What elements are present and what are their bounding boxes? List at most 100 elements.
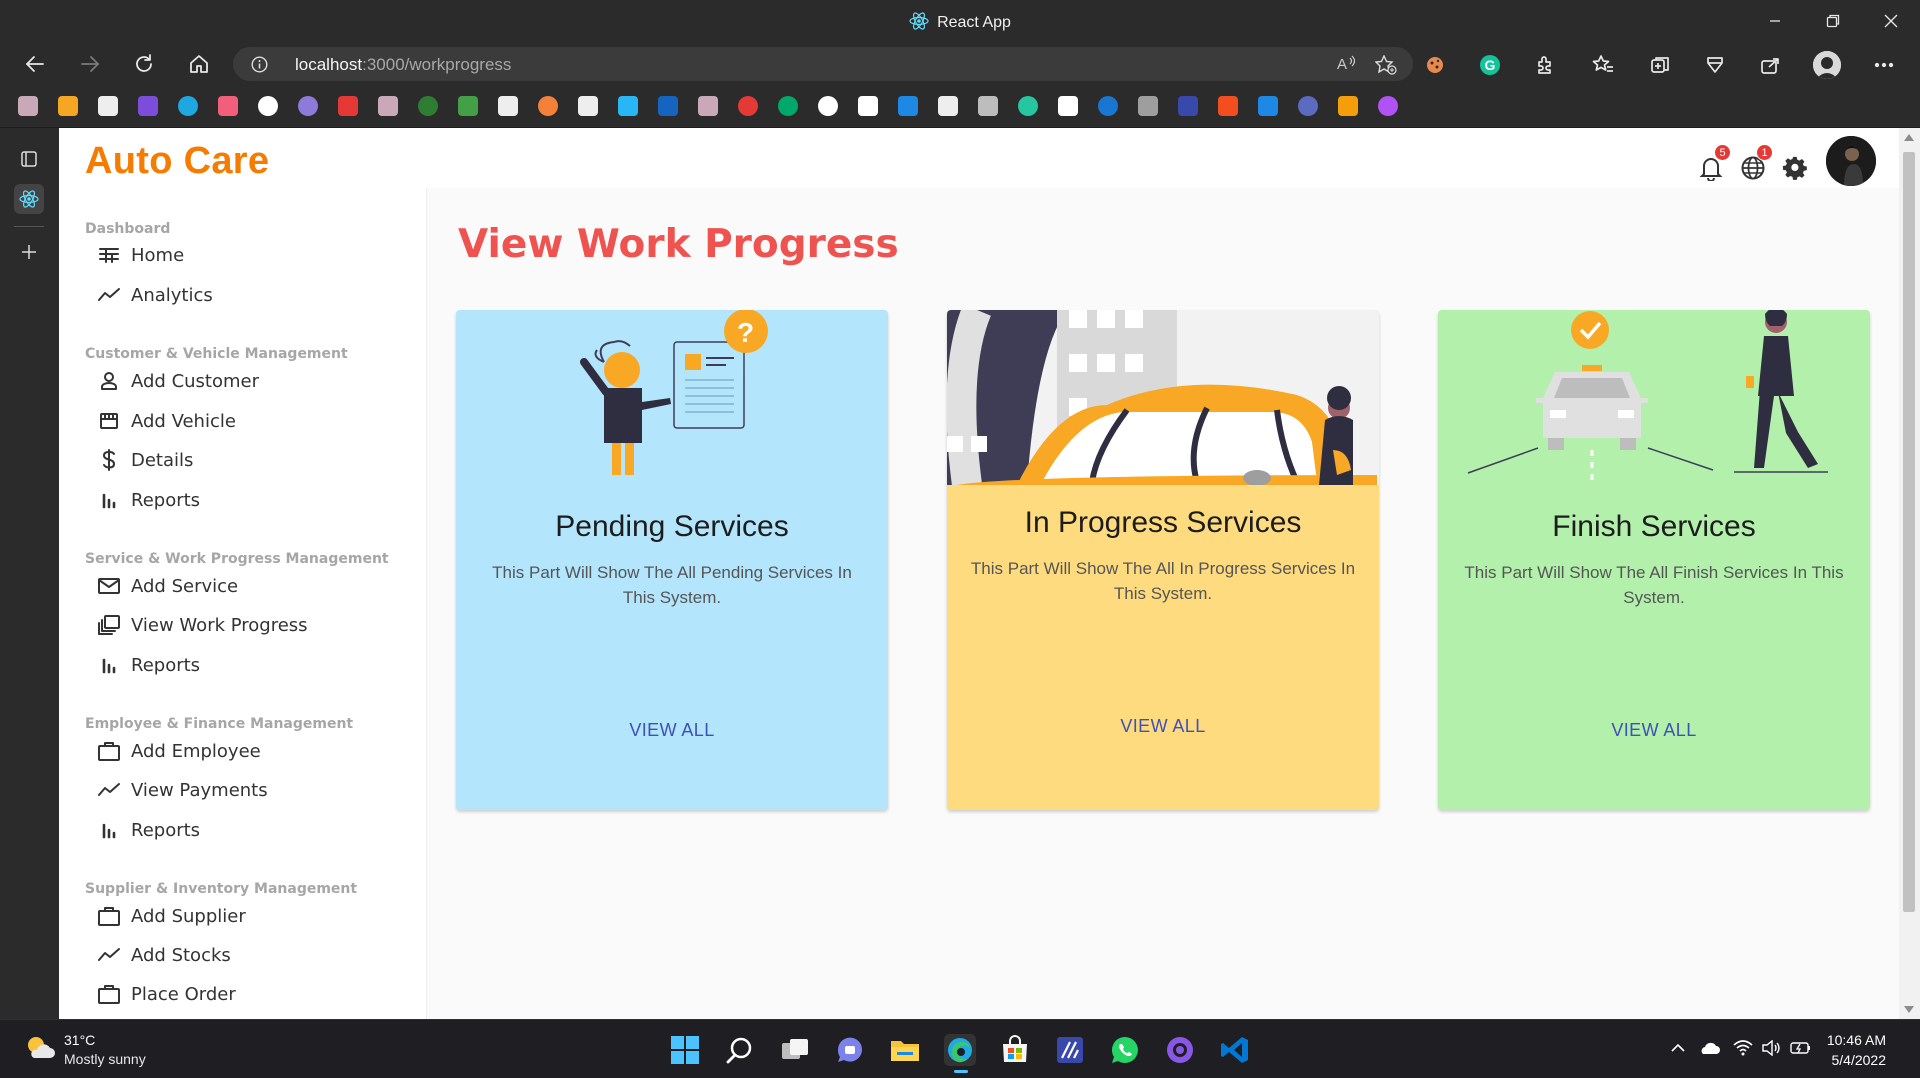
bookmark-icon[interactable] xyxy=(618,96,638,116)
bookmark-icon[interactable] xyxy=(378,96,398,116)
sidebar-item-add-supplier[interactable]: Add Supplier xyxy=(97,901,246,931)
bookmark-icon[interactable] xyxy=(658,96,678,116)
bookmark-page-icon[interactable] xyxy=(98,96,118,116)
tab-title-container[interactable]: React App xyxy=(0,11,1920,32)
bookmark-icon[interactable] xyxy=(418,96,438,116)
reload-button[interactable] xyxy=(128,48,160,80)
address-bar[interactable]: localhost:3000/workprogress A xyxy=(233,47,1413,81)
favorites-icon[interactable] xyxy=(1590,52,1616,78)
share-icon[interactable] xyxy=(1757,52,1783,78)
bookmark-icon[interactable] xyxy=(1298,96,1318,116)
bookmark-icon[interactable] xyxy=(18,96,38,116)
user-avatar[interactable] xyxy=(1826,136,1876,186)
onedrive-icon[interactable] xyxy=(1698,1040,1720,1061)
scrollbar-thumb[interactable] xyxy=(1903,152,1915,912)
bookmark-icon[interactable] xyxy=(1338,96,1358,116)
back-button[interactable] xyxy=(19,48,51,80)
language-button[interactable]: 1 xyxy=(1737,144,1773,184)
in-progress-view-all-button[interactable]: VIEW ALL xyxy=(947,716,1379,737)
sidebar-item-view-payments[interactable]: View Payments xyxy=(97,775,268,805)
collections-icon[interactable] xyxy=(1647,52,1673,78)
sidebar-item-reports-employee[interactable]: Reports xyxy=(97,815,200,845)
restore-button[interactable] xyxy=(1804,0,1862,42)
more-options-icon[interactable] xyxy=(1871,52,1897,78)
battery-icon[interactable] xyxy=(1790,1040,1812,1061)
pending-view-all-button[interactable]: VIEW ALL xyxy=(456,720,888,741)
show-hidden-icons-button[interactable] xyxy=(1670,1040,1686,1061)
start-button[interactable] xyxy=(669,1034,701,1066)
favorite-add-icon[interactable] xyxy=(1375,55,1397,75)
scroll-up-icon[interactable] xyxy=(1904,134,1914,141)
finish-view-all-button[interactable]: VIEW ALL xyxy=(1438,720,1870,741)
grammarly-icon[interactable]: G xyxy=(1477,52,1503,78)
bookmark-icon[interactable] xyxy=(458,96,478,116)
system-clock[interactable]: 10:46 AM 5/4/2022 xyxy=(1827,1030,1886,1070)
bookmark-icon[interactable] xyxy=(1138,96,1158,116)
extensions-icon[interactable] xyxy=(1532,52,1558,78)
vscode-button[interactable] xyxy=(1219,1034,1251,1066)
bookmark-icon[interactable] xyxy=(1378,96,1398,116)
bookmark-icon[interactable] xyxy=(738,96,758,116)
bookmark-icon[interactable] xyxy=(858,96,878,116)
app-brand-logo[interactable]: Auto Care xyxy=(85,140,269,183)
bookmark-icon[interactable] xyxy=(538,96,558,116)
bookmark-icon[interactable] xyxy=(298,96,318,116)
app-button[interactable] xyxy=(1054,1034,1086,1066)
page-scrollbar[interactable] xyxy=(1899,128,1920,1019)
bookmark-icon[interactable] xyxy=(1258,96,1278,116)
bookmark-icon[interactable] xyxy=(138,96,158,116)
bookmark-page-icon[interactable] xyxy=(938,96,958,116)
bookmark-icon[interactable] xyxy=(698,96,718,116)
file-explorer-button[interactable] xyxy=(889,1034,921,1066)
cookie-extension-icon[interactable] xyxy=(1422,52,1448,78)
bookmark-page-icon[interactable] xyxy=(498,96,518,116)
sidebar-item-home[interactable]: Home xyxy=(97,240,184,270)
sidebar-item-add-service[interactable]: Add Service xyxy=(97,571,238,601)
github-icon[interactable] xyxy=(818,96,838,116)
figma-icon[interactable] xyxy=(1218,96,1238,116)
bookmark-icon[interactable] xyxy=(898,96,918,116)
bookmark-icon[interactable] xyxy=(1058,96,1078,116)
new-tab-button[interactable] xyxy=(14,237,44,267)
sidebar-item-view-work-progress[interactable]: View Work Progress xyxy=(97,610,308,640)
bookmark-page-icon[interactable] xyxy=(578,96,598,116)
bookmark-icon[interactable] xyxy=(258,96,278,116)
minimize-button[interactable] xyxy=(1746,0,1804,42)
sidebar-item-add-customer[interactable]: Add Customer xyxy=(97,366,259,396)
home-button[interactable] xyxy=(183,48,215,80)
tab-react-app[interactable] xyxy=(14,184,44,214)
sidebar-item-reports-customer[interactable]: Reports xyxy=(97,485,200,515)
whatsapp-button[interactable] xyxy=(1109,1034,1141,1066)
tab-actions-button[interactable] xyxy=(14,144,44,174)
edge-button[interactable] xyxy=(944,1034,976,1073)
microsoft-store-button[interactable] xyxy=(999,1034,1031,1066)
sidebar-item-reports-service[interactable]: Reports xyxy=(97,650,200,680)
volume-icon[interactable] xyxy=(1761,1039,1781,1061)
bookmark-icon[interactable] xyxy=(338,96,358,116)
notifications-button[interactable]: 5 xyxy=(1695,144,1731,184)
sidebar-item-add-employee[interactable]: Add Employee xyxy=(97,736,261,766)
sidebar-item-add-stocks[interactable]: Add Stocks xyxy=(97,940,231,970)
sidebar-item-analytics[interactable]: Analytics xyxy=(97,280,213,310)
browser-essentials-icon[interactable] xyxy=(1702,52,1728,78)
profile-avatar[interactable] xyxy=(1813,51,1841,79)
teams-chat-button[interactable] xyxy=(834,1034,866,1066)
bookmark-icon[interactable] xyxy=(1098,96,1118,116)
sidebar-item-details[interactable]: Details xyxy=(97,445,193,475)
sidebar-item-add-vehicle[interactable]: Add Vehicle xyxy=(97,406,236,436)
bookmark-icon[interactable] xyxy=(1178,96,1198,116)
read-aloud-icon[interactable]: A xyxy=(1337,55,1357,73)
scroll-down-icon[interactable] xyxy=(1904,1006,1914,1013)
bookmark-icon[interactable] xyxy=(218,96,238,116)
settings-button[interactable] xyxy=(1779,152,1811,184)
search-button[interactable] xyxy=(724,1034,756,1066)
bookmark-icon[interactable] xyxy=(778,96,798,116)
url-text[interactable]: localhost:3000/workprogress xyxy=(295,55,511,75)
bookmark-icon[interactable] xyxy=(178,96,198,116)
bookmark-icon[interactable] xyxy=(978,96,998,116)
info-icon[interactable] xyxy=(251,56,268,73)
wifi-icon[interactable] xyxy=(1733,1040,1753,1061)
github-desktop-button[interactable] xyxy=(1164,1034,1196,1066)
bookmark-icon[interactable] xyxy=(1018,96,1038,116)
task-view-button[interactable] xyxy=(779,1034,811,1066)
